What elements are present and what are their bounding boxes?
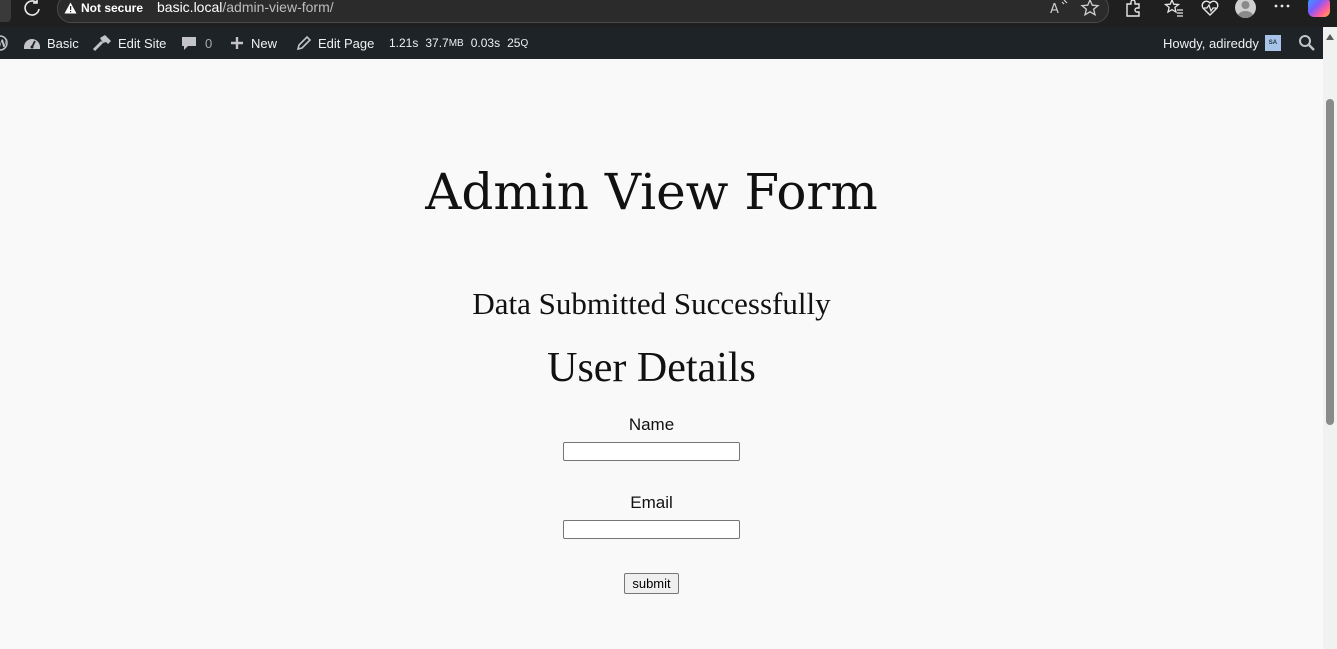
comment-bubble-icon [182, 37, 196, 50]
scroll-up-arrow-icon[interactable] [1326, 34, 1334, 40]
edit-page-label: Edit Page [318, 35, 375, 51]
read-aloud-icon[interactable]: A [1049, 0, 1069, 18]
tab-edge[interactable] [0, 0, 11, 22]
stat-queries: 25 [507, 36, 521, 50]
svg-text:A: A [1050, 2, 1059, 17]
profile-avatar[interactable] [1235, 0, 1256, 18]
page-content: Admin View Form Data Submitted Successfu… [0, 59, 1323, 649]
site-name-button[interactable]: Basic [23, 27, 79, 59]
svg-text:W: W [0, 39, 8, 50]
extensions-icon[interactable] [1123, 0, 1143, 18]
section-title: User Details [547, 345, 756, 391]
reload-icon[interactable] [22, 0, 42, 18]
stat-query-time: 0.03s [470, 36, 501, 50]
more-menu-icon[interactable] [1272, 0, 1292, 18]
avatar-initials: SA [1268, 40, 1278, 46]
url-path: /admin-view-form/ [222, 0, 334, 15]
browser-toolbar: Not secure basic.local/admin-view-form/ … [0, 0, 1337, 27]
page-title: Admin View Form [425, 163, 878, 221]
edit-site-label: Edit Site [118, 35, 167, 51]
favorites-icon[interactable] [1164, 0, 1184, 18]
security-indicator[interactable]: Not secure [64, 0, 143, 16]
plus-icon [231, 37, 243, 49]
email-input[interactable] [563, 520, 740, 539]
url-host: basic.local [157, 0, 223, 15]
site-name: Basic [47, 35, 79, 51]
success-message: Data Submitted Successfully [472, 286, 831, 321]
my-account-button[interactable]: Howdy, adireddy SA [1163, 27, 1281, 59]
wp-admin-bar: W Basic Edit Site 0 New Edit Page 1.21s … [0, 27, 1323, 59]
search-button[interactable] [1298, 27, 1316, 59]
scroll-thumb[interactable] [1326, 99, 1334, 425]
edit-page-button[interactable]: Edit Page [296, 27, 374, 59]
new-content-button[interactable]: New [229, 27, 277, 59]
hammer-icon [92, 35, 111, 52]
howdy-label: Howdy, adireddy [1163, 35, 1259, 51]
email-label: Email [630, 493, 673, 512]
person-icon [1237, 1, 1254, 18]
name-label: Name [628, 415, 675, 434]
security-label: Not secure [81, 1, 144, 15]
stat-memory: 37.7 [425, 36, 449, 50]
comments-count: 0 [205, 35, 213, 51]
pencil-icon [296, 35, 312, 51]
copilot-icon[interactable] [1308, 0, 1330, 17]
browser-essentials-icon[interactable] [1200, 0, 1220, 18]
stat-time: 1.21s [389, 36, 419, 50]
stat-memory-unit: MB [448, 37, 464, 49]
wordpress-logo-button[interactable]: W [0, 27, 8, 59]
warning-icon [64, 2, 77, 14]
avatar: SA [1264, 35, 1281, 51]
name-input[interactable] [563, 442, 740, 461]
dashboard-icon [24, 39, 40, 49]
edit-site-button[interactable]: Edit Site [92, 27, 166, 59]
new-label: New [251, 35, 278, 51]
search-icon [1299, 35, 1315, 51]
wordpress-logo-icon: W [0, 35, 8, 51]
comments-button[interactable]: 0 [181, 27, 212, 59]
submit-button[interactable]: submit [624, 573, 679, 594]
url-text[interactable]: basic.local/admin-view-form/ [157, 0, 334, 15]
page-scrollbar[interactable] [1323, 27, 1337, 649]
stat-queries-unit: Q [520, 37, 529, 49]
favorite-star-icon[interactable] [1080, 0, 1100, 18]
query-monitor-stats[interactable]: 1.21s 37.7 MB 0.03s 25 Q [389, 27, 528, 59]
